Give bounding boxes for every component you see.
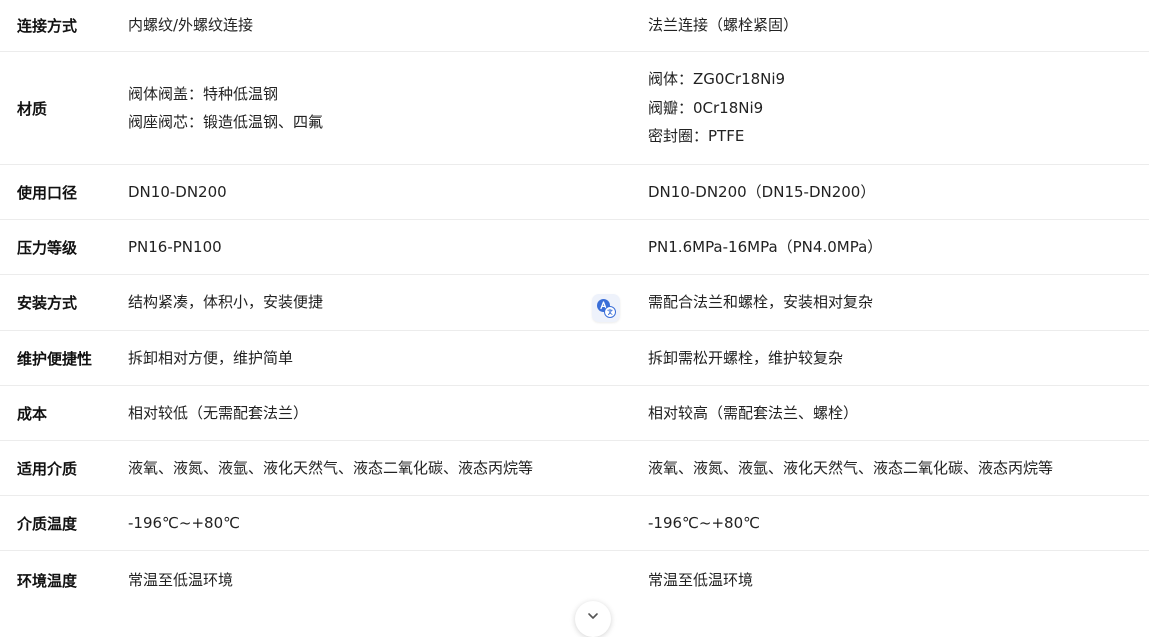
- table-row: 维护便捷性 拆卸相对方便，维护简单 拆卸需松开螺栓，维护较复杂: [0, 331, 1149, 386]
- cell-line: 结构紧凑，体积小，安装便捷: [128, 293, 324, 312]
- cell-line: 阀体阀盖：特种低温钢: [128, 84, 279, 103]
- flanged-valve-cell: 阀体：ZG0Cr18Ni9 阀瓣：0Cr18Ni9 密封圈：PTFE: [648, 65, 1148, 151]
- table-row: 压力等级 PN16-PN100 PN1.6MPa-16MPa（PN4.0MPa）: [0, 220, 1149, 275]
- cell-line: 密封圈：PTFE: [648, 127, 745, 146]
- row-label: 维护便捷性: [17, 349, 93, 368]
- row-label: 连接方式: [17, 17, 78, 35]
- table-row: 适用介质 液氧、液氮、液氩、液化天然气、液态二氧化碳、液态丙烷等 液氧、液氮、液…: [0, 441, 1149, 496]
- cell-line: DN10-DN200: [128, 182, 227, 201]
- threaded-valve-cell: DN10-DN200: [128, 178, 648, 207]
- cell-line: 常温至低温环境: [128, 570, 234, 589]
- row-label: 成本: [17, 404, 48, 423]
- threaded-valve-cell: 结构紧凑，体积小，安装便捷: [128, 288, 648, 317]
- threaded-valve-cell: 相对较低（无需配套法兰）: [128, 399, 648, 428]
- flanged-valve-cell: 液氧、液氮、液氩、液化天然气、液态二氧化碳、液态丙烷等: [648, 454, 1148, 483]
- flanged-valve-cell: -196℃~+80℃: [648, 509, 1148, 538]
- table-row: 使用口径 DN10-DN200 DN10-DN200（DN15-DN200）: [0, 165, 1149, 220]
- row-label: 材质: [17, 99, 48, 118]
- translate-icon: [597, 299, 616, 318]
- cell-line: 相对较高（需配套法兰、螺栓）: [648, 403, 859, 422]
- row-label: 环境温度: [17, 571, 78, 590]
- cell-line: 拆卸相对方便，维护简单: [128, 348, 294, 367]
- cell-line: PN16-PN100: [128, 237, 222, 256]
- cell-line: PN1.6MPa-16MPa（PN4.0MPa）: [648, 237, 883, 256]
- flanged-valve-cell: 相对较高（需配套法兰、螺栓）: [648, 399, 1148, 428]
- threaded-valve-cell: PN16-PN100: [128, 233, 648, 262]
- scroll-down-button[interactable]: [575, 601, 611, 637]
- cell-line: 法兰连接（螺栓紧固）: [648, 16, 799, 35]
- flanged-valve-cell: DN10-DN200（DN15-DN200）: [648, 178, 1148, 207]
- flanged-valve-cell: PN1.6MPa-16MPa（PN4.0MPa）: [648, 233, 1148, 262]
- table-row: 环境温度 常温至低温环境 常温至低温环境: [0, 551, 1149, 609]
- flanged-valve-cell: 常温至低温环境: [648, 566, 1148, 595]
- cell-line: 拆卸需松开螺栓，维护较复杂: [648, 348, 844, 367]
- chevron-down-icon: [588, 613, 598, 619]
- threaded-valve-cell: 液氧、液氮、液氩、液化天然气、液态二氧化碳、液态丙烷等: [128, 454, 648, 483]
- table-row: 成本 相对较低（无需配套法兰） 相对较高（需配套法兰、螺栓）: [0, 386, 1149, 441]
- row-label: 适用介质: [17, 459, 78, 478]
- table-row: 材质 阀体阀盖：特种低温钢 阀座阀芯：锻造低温钢、四氟 阀体：ZG0Cr18Ni…: [0, 52, 1149, 165]
- threaded-valve-cell: 内螺纹/外螺纹连接: [128, 11, 648, 40]
- threaded-valve-cell: 拆卸相对方便，维护简单: [128, 344, 648, 373]
- cell-line: 阀座阀芯：锻造低温钢、四氟: [128, 113, 324, 131]
- row-label: 介质温度: [17, 514, 78, 533]
- cell-line: -196℃~+80℃: [648, 513, 760, 532]
- cell-line: 常温至低温环境: [648, 570, 754, 589]
- threaded-valve-cell: 阀体阀盖：特种低温钢 阀座阀芯：锻造低温钢、四氟: [128, 80, 648, 137]
- cell-line: 需配合法兰和螺栓，安装相对复杂: [648, 293, 874, 312]
- threaded-valve-cell: 常温至低温环境: [128, 566, 648, 595]
- cell-line: DN10-DN200（DN15-DN200）: [648, 182, 876, 201]
- cell-line: 液氧、液氮、液氩、液化天然气、液态二氧化碳、液态丙烷等: [648, 458, 1054, 477]
- cell-line: 相对较低（无需配套法兰）: [128, 403, 309, 422]
- table-row: 连接方式 内螺纹/外螺纹连接 法兰连接（螺栓紧固）: [0, 0, 1149, 52]
- cell-line: 阀体：ZG0Cr18Ni9: [648, 70, 786, 89]
- row-label: 使用口径: [17, 183, 78, 202]
- threaded-valve-cell: -196℃~+80℃: [128, 509, 648, 538]
- translate-button[interactable]: [592, 294, 620, 322]
- row-label: 压力等级: [17, 238, 78, 257]
- cell-line: -196℃~+80℃: [128, 513, 240, 532]
- cell-line: 内螺纹/外螺纹连接: [128, 16, 254, 35]
- flanged-valve-cell: 拆卸需松开螺栓，维护较复杂: [648, 344, 1148, 373]
- table-row: 安装方式 结构紧凑，体积小，安装便捷 需配合法兰和螺栓，安装相对复杂: [0, 275, 1149, 331]
- table-row: 介质温度 -196℃~+80℃ -196℃~+80℃: [0, 496, 1149, 551]
- comparison-table: 连接方式 内螺纹/外螺纹连接 法兰连接（螺栓紧固） 材质 阀体阀盖：特种低温钢 …: [0, 0, 1149, 609]
- row-label: 安装方式: [17, 294, 78, 312]
- cell-line: 阀瓣：0Cr18Ni9: [648, 98, 764, 117]
- cell-line: 液氧、液氮、液氩、液化天然气、液态二氧化碳、液态丙烷等: [128, 458, 534, 477]
- flanged-valve-cell: 法兰连接（螺栓紧固）: [648, 11, 1148, 40]
- flanged-valve-cell: 需配合法兰和螺栓，安装相对复杂: [648, 288, 1148, 317]
